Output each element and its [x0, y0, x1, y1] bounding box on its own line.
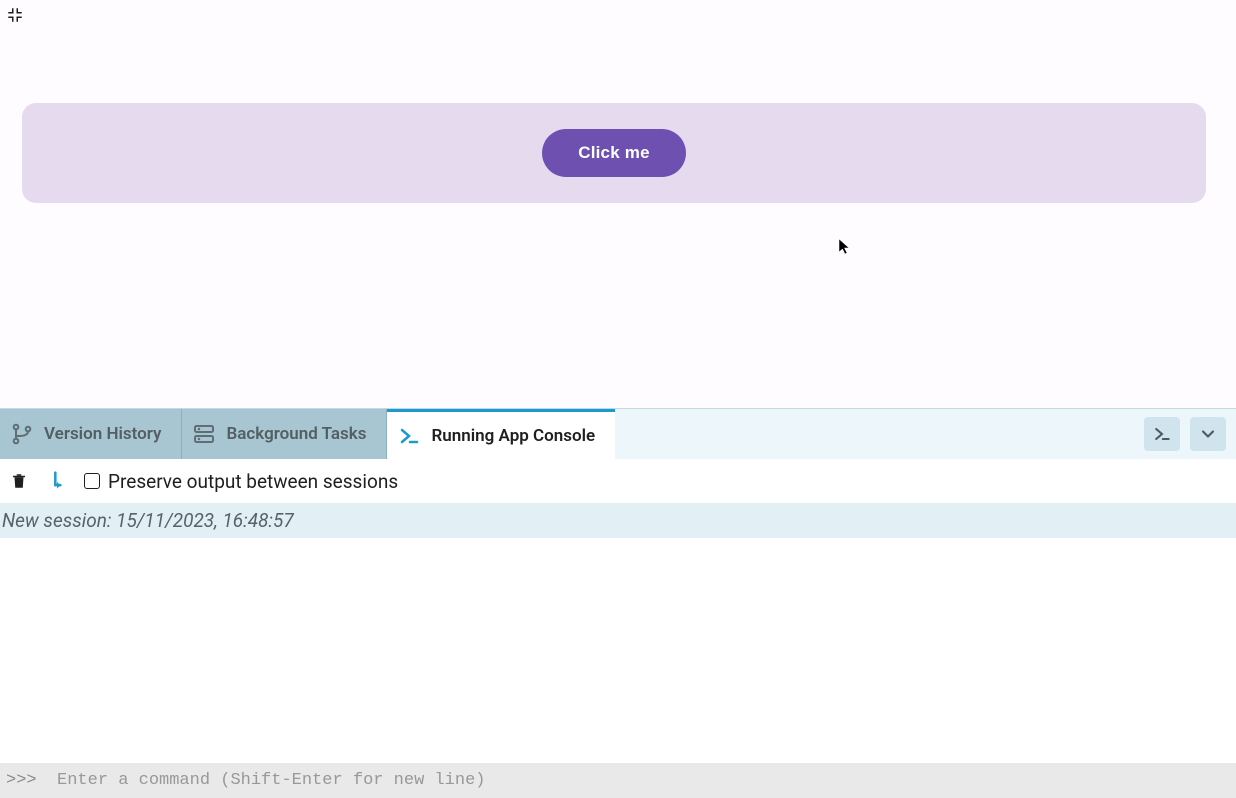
- collapse-icon[interactable]: [6, 6, 24, 24]
- bottom-panel: Version History Background Tasks: [0, 408, 1236, 798]
- open-console-button[interactable]: [1144, 417, 1180, 451]
- tab-running-app-console[interactable]: Running App Console: [387, 409, 615, 459]
- app-preview-region: Click me: [0, 0, 1236, 408]
- preserve-output-row[interactable]: Preserve output between sessions: [84, 470, 398, 493]
- console-icon: [397, 424, 421, 448]
- tab-label: Version History: [44, 424, 161, 444]
- panel-menu-button[interactable]: [1190, 417, 1226, 451]
- restart-console-button[interactable]: [46, 470, 68, 492]
- tab-label: Background Tasks: [226, 424, 366, 444]
- tabs-row: Version History Background Tasks: [0, 409, 1236, 459]
- card-container: Click me: [22, 103, 1206, 203]
- clear-console-button[interactable]: [8, 470, 30, 492]
- command-input[interactable]: [57, 771, 1230, 790]
- console-toolbar: Preserve output between sessions: [0, 459, 1236, 503]
- git-branch-icon: [10, 422, 34, 446]
- preserve-output-checkbox[interactable]: [84, 473, 100, 489]
- tab-label: Running App Console: [431, 426, 595, 446]
- command-prompt: >>>: [6, 771, 57, 790]
- click-me-button[interactable]: Click me: [542, 129, 686, 177]
- preserve-output-label: Preserve output between sessions: [108, 470, 398, 493]
- tab-version-history[interactable]: Version History: [0, 409, 182, 459]
- command-input-row[interactable]: >>>: [0, 763, 1236, 798]
- console-output: [0, 538, 1236, 763]
- tab-background-tasks[interactable]: Background Tasks: [182, 409, 387, 459]
- cursor-icon: [838, 238, 852, 260]
- tasks-icon: [192, 422, 216, 446]
- session-banner: New session: 15/11/2023, 16:48:57: [0, 503, 1236, 538]
